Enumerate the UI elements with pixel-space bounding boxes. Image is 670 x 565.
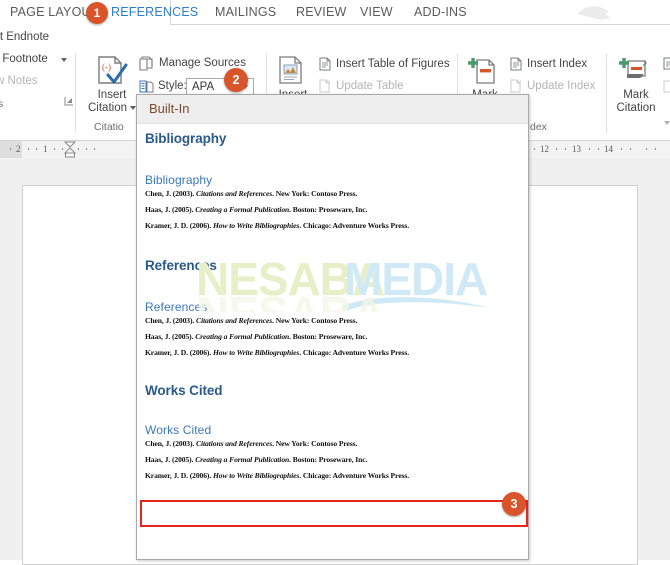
citations-group-label: Citatio [94,121,124,133]
svg-text:(-): (-) [102,62,111,72]
ruler-number-13: 13 [572,144,581,154]
ruler-number-1: 1 [43,144,48,154]
insert-bibliography-highlight-box [140,500,528,527]
decorative-glyph-icon [577,6,611,20]
gallery-item-heading: References [145,300,208,314]
step-badge-1: 1 [86,2,108,24]
update-index-icon: ! [510,79,522,93]
gallery-item-heading: Works Cited [145,423,212,437]
next-footnote-item[interactable]: t Footnote [0,51,48,67]
gallery-section-title-works-cited: Works Cited [145,383,223,398]
gallery-header [137,95,528,124]
mark-citation-button[interactable]: Mark Citation [611,89,661,115]
gallery-item-entry: Kramer, J. D. (2006). How to Write Bibli… [145,348,410,357]
insert-citation-label-line2: Citation [88,102,127,114]
gallery-section-title-references: References [145,258,217,273]
gallery-item-entry: Kramer, J. D. (2006). How to Write Bibli… [145,221,410,230]
insert-table-of-authorities-icon[interactable] [662,57,670,70]
gallery-item-entry: Haas, J. (2005). Creating a Formal Publi… [145,332,368,341]
manage-sources-icon[interactable] [139,56,155,71]
tab-references[interactable]: REFERENCES [111,0,198,25]
gallery-item-bibliography[interactable]: Bibliography Chen, J. (2003). Citations … [145,173,520,237]
active-tab-notch [0,24,170,26]
ruler-number-12: 12 [540,144,549,154]
gallery-item-entry: Chen, J. (2003). Citations and Reference… [145,189,358,198]
style-label: Style: [158,80,187,92]
gallery-header-label: Built-In [149,101,190,116]
index-group-label: dex [530,121,547,133]
update-table-button: Update Table [336,80,404,92]
insert-endnote-item[interactable]: rt Endnote [0,29,49,45]
step-badge-3: 3 [502,492,526,516]
gallery-item-entry: Chen, J. (2003). Citations and Reference… [145,316,358,325]
gallery-item-references[interactable]: References Chen, J. (2003). Citations an… [145,300,520,364]
gallery-item-entry: Haas, J. (2005). Creating a Formal Publi… [145,205,368,214]
mark-entry-icon[interactable] [468,56,498,86]
tab-add-ins[interactable]: ADD-INS [414,0,467,25]
style-icon [139,80,154,93]
insert-citation-icon[interactable]: (-) [93,55,131,87]
step-badge-2: 2 [224,68,248,92]
update-table-of-authorities-icon [663,80,670,93]
svg-text:!: ! [328,79,331,89]
ruler-number-14: 14 [604,144,613,154]
mark-citation-icon[interactable] [619,56,651,86]
footnotes-group-label: s [0,98,4,110]
show-notes-item: w Notes [0,75,38,87]
ruler-number-2: 2 [16,144,21,154]
svg-text:!: ! [519,79,522,89]
tab-review[interactable]: REVIEW [296,0,347,25]
gallery-item-entry: Kramer, J. D. (2006). How to Write Bibli… [145,471,410,480]
insert-index-button[interactable]: Insert Index [527,56,587,72]
bibliography-gallery-dropdown: Built-In Bibliography Bibliography Chen,… [136,94,529,560]
mark-citation-label-line1: Mark [623,89,649,101]
authorities-group-chevron-icon [664,121,670,125]
insert-caption-icon[interactable] [275,56,307,86]
insert-citation-button[interactable]: Insert Citation [86,89,138,115]
tab-mailings[interactable]: MAILINGS [215,0,276,25]
insert-index-icon[interactable] [509,57,523,71]
mark-citation-label-line2: Citation [616,102,656,114]
gallery-item-entry: Haas, J. (2005). Creating a Formal Publi… [145,455,368,464]
tab-view[interactable]: VIEW [360,0,393,25]
gallery-item-heading: Bibliography [145,173,213,187]
update-table-icon: ! [319,79,331,93]
next-footnote-chevron-down-icon[interactable] [61,58,67,62]
footnotes-dialog-launcher-icon[interactable] [64,96,74,106]
gallery-item-entry: Chen, J. (2003). Citations and Reference… [145,439,358,448]
insert-table-of-figures-icon[interactable] [318,57,332,71]
gallery-item-works-cited[interactable]: Works Cited Chen, J. (2003). Citations a… [145,423,520,487]
indent-markers-icon[interactable] [63,141,77,158]
insert-citation-label-line1: Insert [97,89,127,101]
update-index-button: Update Index [527,80,596,92]
gallery-section-title-bibliography: Bibliography [145,131,227,146]
insert-table-of-figures-button[interactable]: Insert Table of Figures [336,56,450,72]
